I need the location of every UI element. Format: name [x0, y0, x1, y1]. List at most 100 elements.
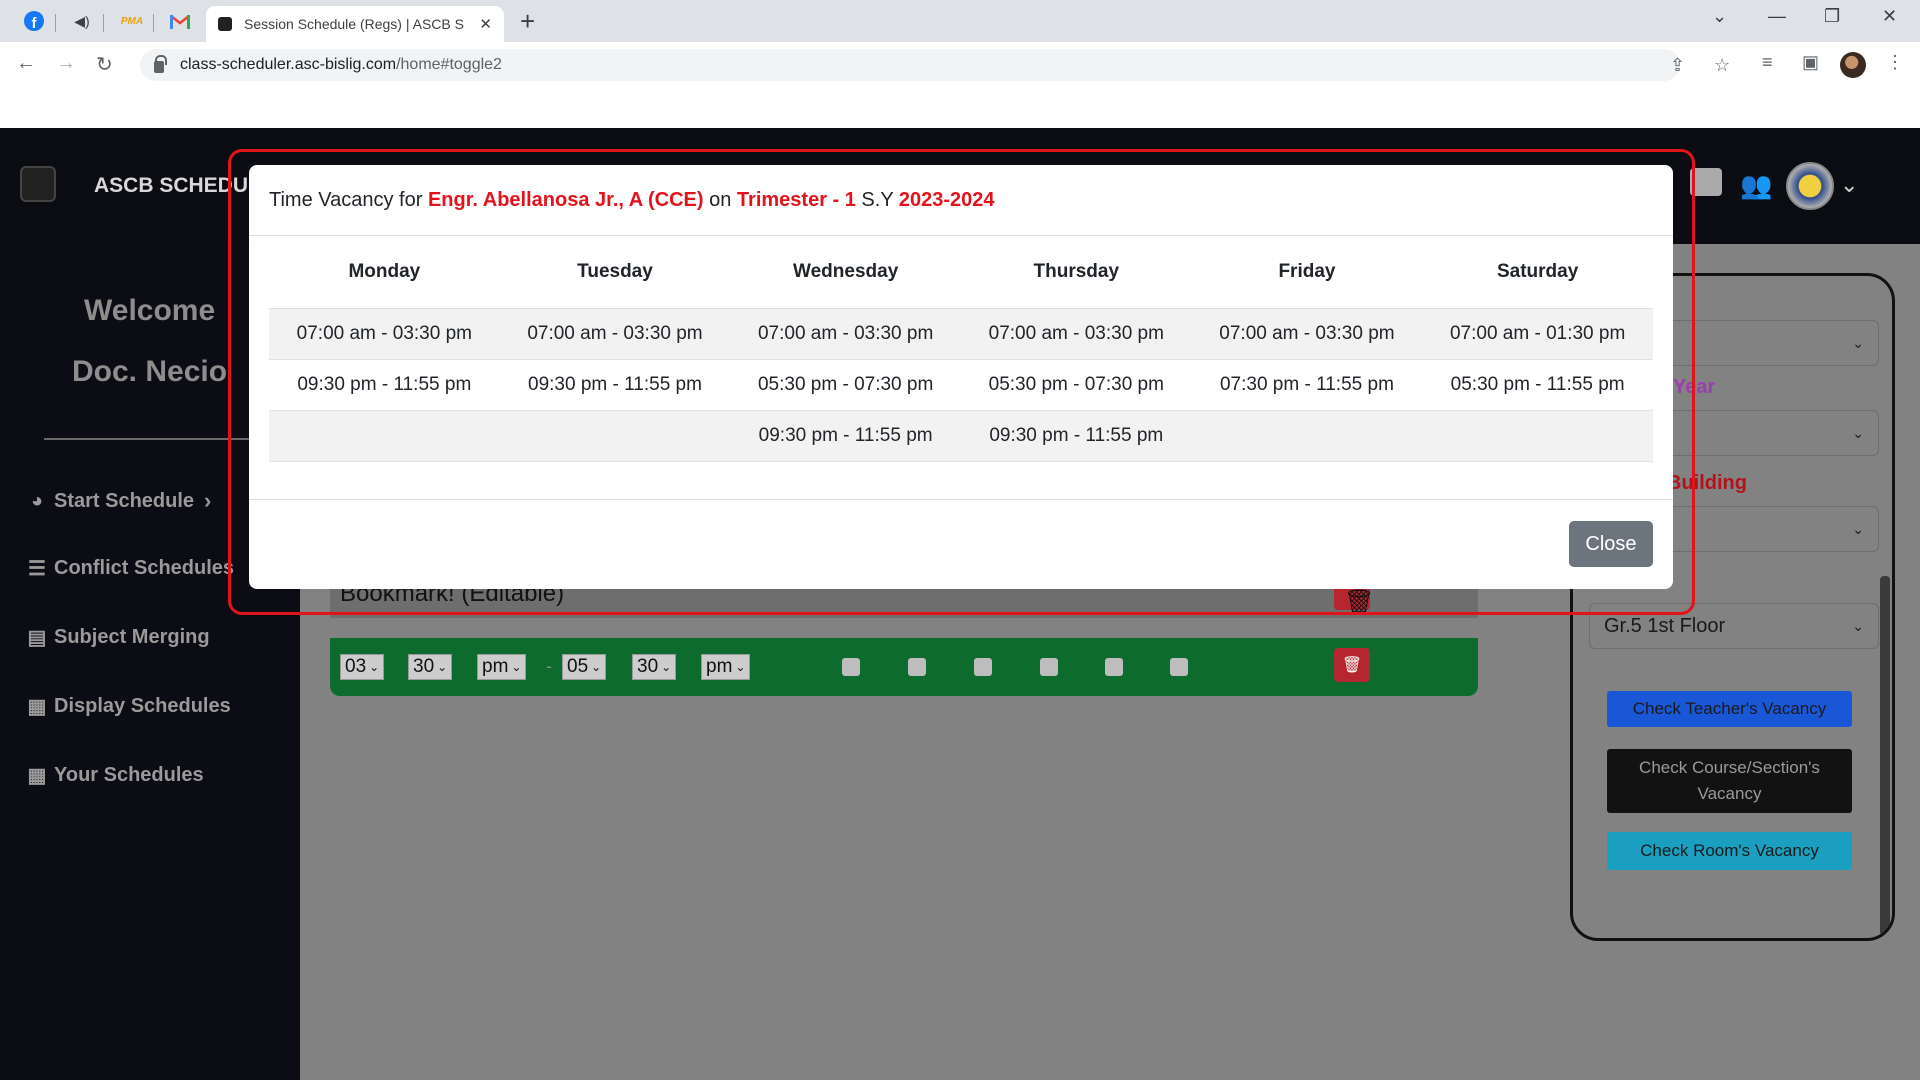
brand-title[interactable]: ASCB SCHEDUL: [94, 174, 261, 198]
table-cell: 09:30 pm - 11:55 pm: [960, 409, 1192, 462]
new-tab-icon[interactable]: +: [520, 8, 535, 34]
side-panel-icon[interactable]: ▣: [1802, 52, 1819, 73]
facebook-icon: f: [24, 11, 44, 31]
column-header: Monday: [348, 261, 421, 282]
pinned-tab-pma[interactable]: PMA: [110, 6, 154, 36]
reading-list-icon[interactable]: ≡: [1762, 52, 1773, 73]
delete-row-button[interactable]: 🗑: [1334, 648, 1370, 682]
teacher-name: Engr. Abellanosa Jr., A (CCE): [427, 189, 704, 211]
gmail-icon: [170, 14, 190, 29]
table-cell: 07:00 am - 03:30 pm: [1191, 307, 1423, 359]
start-hour-select[interactable]: 03 ⌄: [340, 654, 385, 680]
term-name: Trimester - 1: [736, 189, 856, 211]
users-icon[interactable]: 👥: [1740, 170, 1772, 201]
tab-title: Session Schedule (Regs) | ASCB S: [244, 16, 464, 32]
tab-close-icon[interactable]: ✕: [479, 15, 492, 33]
end-ampm-select[interactable]: pm ⌄: [701, 654, 751, 680]
sidebar-divider: [44, 438, 264, 440]
table-cell: 09:30 pm - 11:55 pm: [730, 409, 961, 462]
maximize-icon[interactable]: ❐: [1824, 6, 1840, 27]
day-checkbox-wednesday[interactable]: [974, 658, 992, 676]
browser-profile-avatar[interactable]: [1840, 52, 1866, 78]
sidebar-item-label: Your Schedules: [54, 764, 204, 786]
day-checkbox-friday[interactable]: [1105, 658, 1123, 676]
close-button[interactable]: Close: [1569, 521, 1653, 567]
day-checkbox-monday[interactable]: [842, 658, 860, 676]
forward-icon[interactable]: →: [56, 52, 76, 75]
table-row: 09:30 pm - 11:55 pm 09:30 pm - 11:55 pm …: [269, 358, 1653, 410]
pma-icon: PMA: [120, 15, 144, 27]
sidebar-item-subject-merging[interactable]: ▤ Subject Merging: [24, 625, 210, 650]
table-cell: 07:00 am - 03:30 pm: [730, 307, 961, 359]
table-cell: [1191, 409, 1423, 462]
day-checkbox-tuesday[interactable]: [908, 658, 926, 676]
pinned-tab-facebook[interactable]: f: [12, 6, 56, 36]
sidebar-item-label: Display Schedules: [54, 695, 231, 717]
chevron-right-icon: ›: [204, 488, 212, 513]
start-minute-select[interactable]: 30 ⌄: [408, 654, 453, 680]
lock-icon: [154, 54, 167, 73]
title-on: on: [703, 189, 737, 211]
check-course-section-vacancy-button[interactable]: Check Course/Section's Vacancy: [1607, 749, 1852, 813]
table-cell: 05:30 pm - 11:55 pm: [1422, 358, 1653, 410]
tab-search-icon[interactable]: ⌄: [1712, 6, 1727, 27]
back-icon[interactable]: ←: [16, 52, 36, 75]
chat-icon[interactable]: [1690, 168, 1722, 196]
table-cell: [499, 409, 731, 462]
sidebar-item-start-schedule[interactable]: ◕ Start Schedule ›: [24, 488, 211, 514]
title-sy: S.Y: [855, 189, 899, 211]
column-header: Friday: [1278, 261, 1336, 282]
column-header: Wednesday: [793, 261, 899, 282]
share-icon[interactable]: ⇪: [1670, 55, 1685, 76]
schedule-row: 03 ⌄ 30 ⌄ pm ⌄ - 05 ⌄ 30 ⌄ pm ⌄ 🗑: [330, 638, 1478, 696]
url-text: class-scheduler.asc-bislig.com/home#togg…: [180, 56, 502, 73]
sidebar-item-conflict-schedules[interactable]: ☰ Conflict Schedules: [24, 556, 234, 581]
user-avatar[interactable]: [1786, 162, 1834, 210]
check-room-vacancy-button[interactable]: Check Room's Vacancy: [1607, 832, 1852, 870]
time-separator: -: [546, 656, 552, 676]
address-bar: ← → ↻ class-scheduler.asc-bislig.com/hom…: [0, 42, 1920, 88]
window-close-icon[interactable]: ✕: [1882, 6, 1897, 27]
calendar-icon: ▦: [27, 765, 47, 787]
building-label: Building: [1667, 472, 1747, 494]
table-cell: 07:00 am - 03:30 pm: [499, 307, 731, 359]
active-tab[interactable]: Session Schedule (Regs) | ASCB S ✕: [206, 6, 504, 42]
room-select[interactable]: Gr.5 1st Floor ⌄: [1589, 603, 1879, 649]
title-prefix: Time Vacancy for: [269, 189, 428, 211]
welcome-text: Welcome: [84, 294, 216, 327]
time-vacancy-modal: Time Vacancy for Engr. Abellanosa Jr., A…: [249, 165, 1673, 589]
browser-menu-icon[interactable]: ⋮: [1886, 52, 1904, 73]
sidebar-item-your-schedules[interactable]: ▦ Your Schedules: [24, 763, 204, 788]
table-cell: [1422, 409, 1653, 462]
table-row: 09:30 pm - 11:55 pm 09:30 pm - 11:55 pm: [269, 409, 1653, 462]
chevron-down-icon[interactable]: ⌄: [1840, 172, 1858, 198]
end-minute-select[interactable]: 30 ⌄: [632, 654, 677, 680]
app-logo: [20, 166, 56, 202]
sidebar-item-label: Subject Merging: [54, 626, 210, 648]
trash-icon: 🗑: [1344, 589, 1375, 616]
sidebar-item-label: Conflict Schedules: [54, 557, 235, 579]
calendar-icon: ▦: [27, 696, 47, 718]
start-ampm-select[interactable]: pm ⌄: [477, 654, 527, 680]
day-checkbox-thursday[interactable]: [1040, 658, 1058, 676]
sidebar-item-label: Start Schedule: [54, 489, 195, 512]
speaker-icon: ◀): [74, 12, 90, 29]
panel-scrollbar[interactable]: [1880, 576, 1890, 936]
column-header: Thursday: [1033, 261, 1120, 282]
table-row: 07:00 am - 03:30 pm 07:00 am - 03:30 pm …: [269, 307, 1653, 359]
column-header: Tuesday: [577, 261, 653, 282]
end-hour-select[interactable]: 05 ⌄: [562, 654, 607, 680]
table-cell: [269, 409, 500, 462]
table-cell: 07:00 am - 03:30 pm: [960, 307, 1192, 359]
sidebar-item-display-schedules[interactable]: ▦ Display Schedules: [24, 694, 231, 719]
url-field[interactable]: class-scheduler.asc-bislig.com/home#togg…: [140, 49, 1730, 81]
day-checkbox-saturday[interactable]: [1170, 658, 1188, 676]
user-name: Doc. Necio: [72, 355, 228, 388]
pinned-tab-audio[interactable]: ◀): [60, 6, 104, 36]
minimize-icon[interactable]: —: [1768, 6, 1786, 27]
bookmark-star-icon[interactable]: ☆: [1714, 55, 1730, 76]
school-year: 2023-2024: [898, 189, 995, 211]
reload-icon[interactable]: ↻: [96, 52, 113, 77]
pinned-tab-gmail[interactable]: [158, 6, 202, 36]
check-teacher-vacancy-button[interactable]: Check Teacher's Vacancy: [1607, 691, 1852, 727]
